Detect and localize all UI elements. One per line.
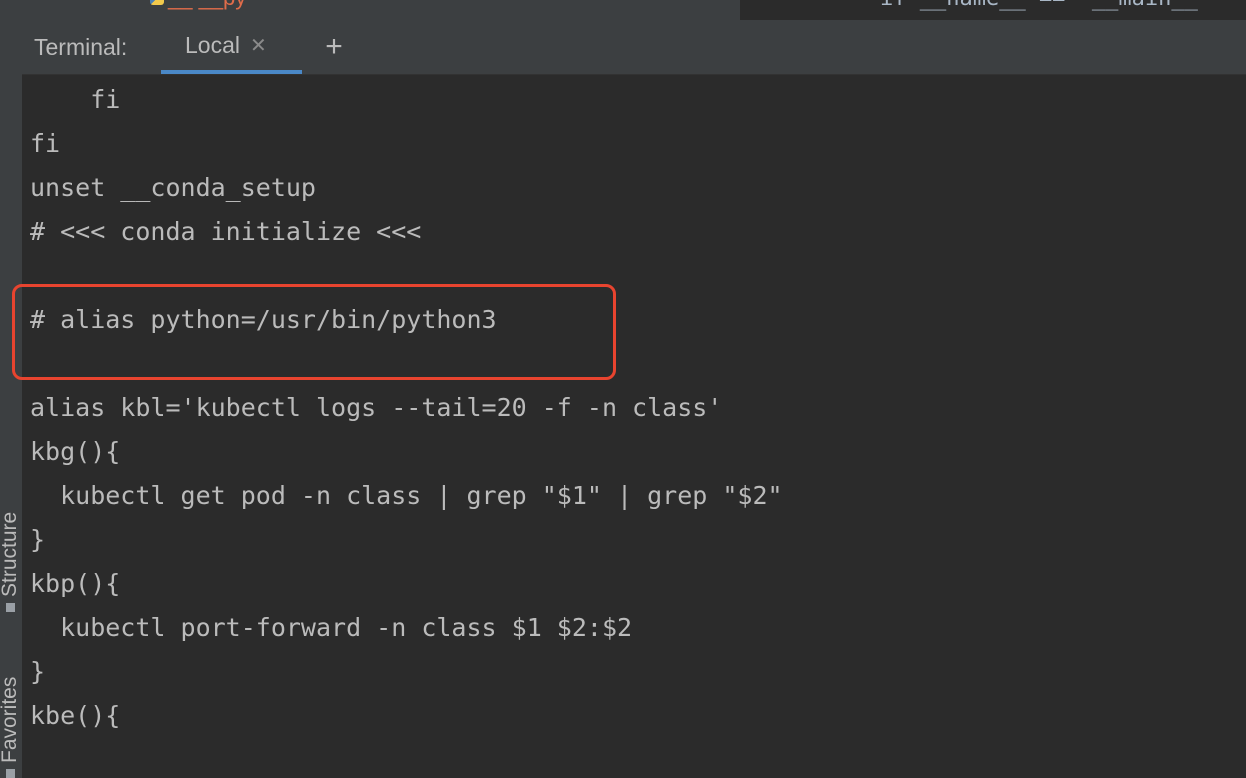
editor-remnant: __ __py if __name__ == '__main__' <box>22 0 1246 20</box>
terminal-line: fi <box>30 129 61 158</box>
close-icon[interactable]: ✕ <box>250 33 267 58</box>
python-file-icon <box>150 0 164 5</box>
terminal-line: } <box>30 525 46 554</box>
tab-local-label: Local <box>185 31 240 58</box>
editor-file-tab[interactable]: __ __py <box>150 0 246 11</box>
terminal-header: Terminal: Local ✕ + <box>22 20 1246 75</box>
annotation-highlight-box <box>12 284 616 380</box>
terminal-output[interactable]: fi fi unset __conda_setup # <<< conda in… <box>12 75 1246 778</box>
terminal-line: } <box>30 657 46 686</box>
terminal-line: kubectl get pod -n class | grep "$1" | g… <box>30 481 783 510</box>
editor-tab-bar: __ __py <box>22 0 740 20</box>
favorites-icon <box>5 769 15 778</box>
terminal-line: kbe(){ <box>30 701 121 730</box>
editor-code-line: if __name__ == '__main__' <box>880 0 1211 11</box>
terminal-line: fi <box>30 85 121 114</box>
add-tab-button[interactable]: + <box>319 30 349 64</box>
terminal-line: kbg(){ <box>30 437 121 466</box>
favorites-tab-label: Favorites <box>0 676 21 763</box>
terminal-line: # <<< conda initialize <<< <box>30 217 422 246</box>
terminal-line: kbp(){ <box>30 569 121 598</box>
terminal-line: unset __conda_setup <box>30 173 316 202</box>
structure-tab-label: Structure <box>0 511 21 597</box>
terminal-title: Terminal: <box>34 34 128 60</box>
structure-icon <box>5 603 15 612</box>
structure-tool-tab[interactable]: Structure <box>0 512 22 612</box>
favorites-tool-tab[interactable]: Favorites <box>0 677 22 778</box>
terminal-line: kubectl port-forward -n class $1 $2:$2 <box>30 613 633 642</box>
left-tool-stripe: Structure Favorites <box>0 0 23 778</box>
terminal-lines: fi fi unset __conda_setup # <<< conda in… <box>12 78 783 738</box>
tab-local[interactable]: Local ✕ <box>161 20 302 74</box>
terminal-line: alias kbl='kubectl logs --tail=20 -f -n … <box>30 393 723 422</box>
editor-file-tab-label: __ __py <box>168 0 246 11</box>
